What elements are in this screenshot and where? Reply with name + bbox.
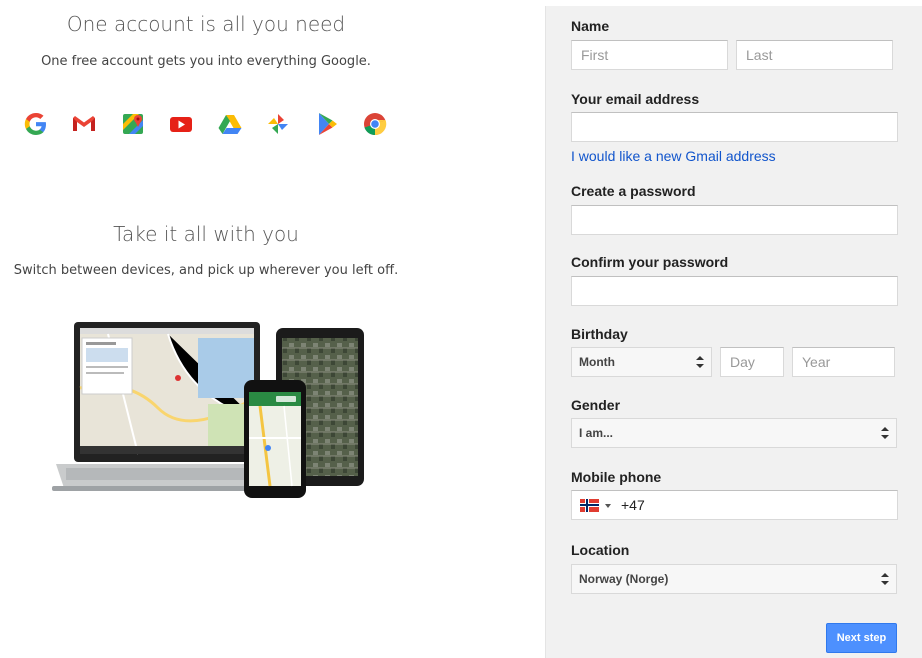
birthday-year-input[interactable]: Year [792,347,895,377]
first-name-input[interactable]: First [571,40,728,70]
name-label: Name [571,18,610,34]
email-label: Your email address [571,91,700,107]
youtube-icon [170,117,192,132]
birthday-day-input[interactable]: Day [720,347,784,377]
play-icon [319,113,337,135]
gender-label: Gender [571,397,621,413]
mobile-phone-label: Mobile phone [571,469,662,485]
month-select-value: Month [579,355,615,369]
norway-flag-icon [580,499,599,512]
promo-subtext-devices: Switch between devices, and pick up wher… [13,263,399,278]
select-arrows-icon [881,427,889,439]
phone-country-code: +47 [621,497,645,513]
gender-select[interactable]: I am... [571,418,897,448]
google-g-icon [24,113,46,135]
maps-icon [123,114,143,134]
location-select-value: Norway (Norge) [579,572,669,586]
devices-illustration [52,322,364,498]
create-password-input[interactable] [571,205,898,235]
email-input[interactable] [571,112,898,142]
promo-heading-account: One account is all you need [66,12,346,36]
location-label: Location [571,542,630,558]
birthday-label: Birthday [571,326,628,342]
signup-form-panel: Name First Last Your email address I wou… [545,6,922,658]
gmail-icon [73,116,95,131]
last-name-input[interactable]: Last [736,40,893,70]
gender-select-value: I am... [579,426,614,440]
drive-icon [218,115,242,134]
birthday-month-select[interactable]: Month [571,347,712,377]
select-arrows-icon [696,356,704,368]
promo-heading-devices: Take it all with you [113,222,299,246]
next-step-button[interactable]: Next step [826,623,897,653]
promo-column: One account is all you need One free acc… [0,0,545,658]
new-gmail-link[interactable]: I would like a new Gmail address [571,148,776,164]
chevron-down-icon [605,504,611,508]
product-icons-row [22,110,394,140]
promo-subtext-account: One free account gets you into everythin… [41,54,371,69]
country-code-dropdown[interactable] [580,499,618,513]
photos-icon [268,114,288,134]
confirm-password-input[interactable] [571,276,898,306]
chrome-icon [364,113,387,136]
mobile-phone-input[interactable]: +47 [571,490,898,520]
create-password-label: Create a password [571,183,696,199]
confirm-password-label: Confirm your password [571,254,729,270]
select-arrows-icon [881,573,889,585]
location-select[interactable]: Norway (Norge) [571,564,897,594]
